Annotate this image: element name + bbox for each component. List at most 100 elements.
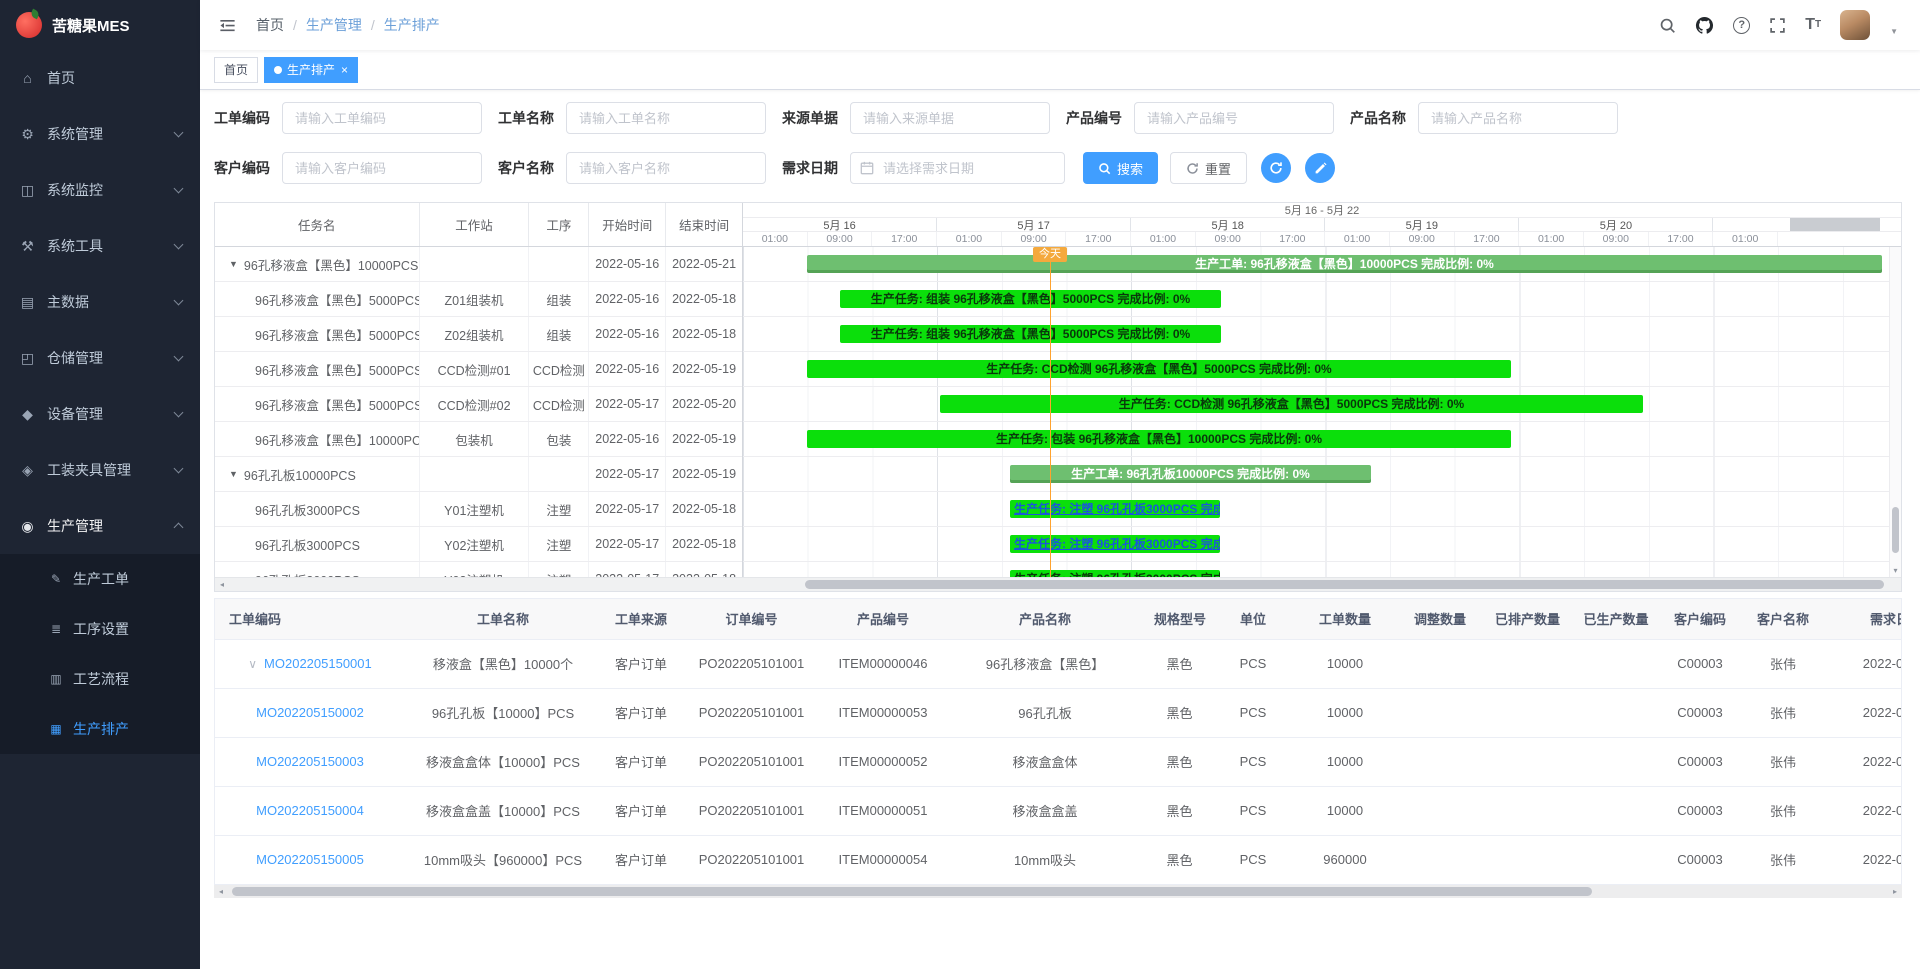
work-order-code-input[interactable] [282, 102, 482, 134]
sidebar-item-process-flow[interactable]: ▥ 工艺流程 [0, 654, 200, 704]
breadcrumb-scheduling[interactable]: 生产排产 [384, 15, 440, 35]
gantt-bar[interactable]: 生产任务: CCD检测 96孔移液盒【黑色】5000PCS 完成比例: 0% [807, 360, 1511, 378]
timeline-day-cell: 5月 16 [743, 218, 937, 231]
gantt-bar[interactable]: 生产任务: 组装 96孔移液盒【黑色】5000PCS 完成比例: 0% [840, 325, 1221, 343]
sidebar-item-system-monitor[interactable]: ◫ 系统监控 [0, 162, 200, 218]
produced-qty [1572, 737, 1660, 786]
order-code-link[interactable]: MO202205150005 [256, 852, 364, 867]
gantt-task-row[interactable]: 96孔移液盒【黑色】5000PCS CCD检测#02 CCD检测 2022-05… [215, 387, 742, 422]
refresh-button[interactable] [1261, 153, 1291, 183]
gantt-bar[interactable]: 生产任务: 注塑 96孔孔板3000PCS 完成比例: 0% [1010, 500, 1220, 518]
scroll-left-arrow-icon[interactable]: ◂ [215, 578, 229, 591]
font-size-icon[interactable]: TT [1805, 17, 1821, 33]
master-data-icon: ▤ [18, 294, 37, 311]
breadcrumb-production[interactable]: 生产管理 [306, 15, 362, 35]
sidebar-item-scheduling[interactable]: ▦ 生产排产 [0, 704, 200, 754]
gantt-task-row[interactable]: 96孔孔板3000PCS Y01注塑机 注塑 2022-05-17 2022-0… [215, 492, 742, 527]
order-code-link[interactable]: MO202205150003 [256, 754, 364, 769]
scheduling-icon: ▦ [48, 722, 64, 736]
gantt-task-row[interactable]: 96孔移液盒【黑色】5000PCS CCD检测#01 CCD检测 2022-05… [215, 352, 742, 387]
order-row[interactable]: MO202205150005 10mm吸头【960000】PCS 客户订单 PO… [215, 835, 1902, 884]
fullscreen-icon[interactable] [1769, 17, 1786, 34]
sidebar-item-system-management[interactable]: ⚙ 系统管理 [0, 106, 200, 162]
product-code-input[interactable] [1134, 102, 1334, 134]
order-code-cell: MO202205150004 [215, 786, 405, 835]
gantt-task-row[interactable]: 96孔孔板3000PCS Y02注塑机 注塑 2022-05-17 2022-0… [215, 527, 742, 562]
order-row[interactable]: ∨MO202205150001 移液盒【黑色】10000个 客户订单 PO202… [215, 639, 1902, 688]
scrollbar-thumb[interactable] [1892, 507, 1899, 553]
row-expand-caret-icon[interactable]: ∨ [248, 657, 257, 671]
gantt-task-row[interactable]: 96孔移液盒【黑色】5000PCS Z02组装机 组装 2022-05-16 2… [215, 317, 742, 352]
gantt-bar[interactable]: 生产工单: 96孔孔板10000PCS 完成比例: 0% [1010, 465, 1371, 483]
sidebar-item-equipment[interactable]: ◆ 设备管理 [0, 386, 200, 442]
order-code-link[interactable]: MO202205150001 [264, 656, 372, 671]
row-expand-caret-icon[interactable]: ▼ [229, 259, 238, 269]
sidebar-item-process-settings[interactable]: ≣ 工序设置 [0, 604, 200, 654]
user-avatar[interactable] [1840, 10, 1870, 40]
product-code: ITEM00000054 [822, 835, 944, 884]
customer-name-input[interactable] [566, 152, 766, 184]
customer-code-input[interactable] [282, 152, 482, 184]
timeline-day-cell: 5月 19 [1325, 218, 1519, 231]
gantt-chart-row: 生产任务: 注塑 96孔孔板3000PCS 完成比例: 0% [743, 492, 1901, 527]
sidebar-item-production[interactable]: ◉ 生产管理 [0, 498, 200, 554]
task-name: 96孔孔板10000PCS [244, 465, 356, 484]
help-icon[interactable]: ? [1733, 17, 1750, 34]
source-doc-input[interactable] [850, 102, 1050, 134]
order-row[interactable]: MO202205150003 移液盒盒体【10000】PCS 客户订单 PO20… [215, 737, 1902, 786]
reset-button[interactable]: 重置 [1170, 152, 1247, 184]
search-icon[interactable] [1659, 17, 1676, 34]
sidebar-item-warehouse[interactable]: ◰ 仓储管理 [0, 330, 200, 386]
gantt-task-row[interactable]: ▼96孔孔板10000PCS 2022-05-17 2022-05-19 [215, 457, 742, 492]
gantt-bar[interactable]: 生产任务: 包装 96孔移液盒【黑色】10000PCS 完成比例: 0% [807, 430, 1511, 448]
tab-close-icon[interactable]: × [341, 64, 348, 76]
filter-row-1: 工单编码 工单名称 来源单据 产品编号 产品名称 [214, 102, 1906, 134]
sidebar-item-master-data[interactable]: ▤ 主数据 [0, 274, 200, 330]
start-time: 2022-05-16 [589, 247, 666, 281]
row-expand-caret-icon[interactable]: ▼ [229, 469, 238, 479]
product-name-input[interactable] [1418, 102, 1618, 134]
order-row[interactable]: MO202205150004 移液盒盒盖【10000】PCS 客户订单 PO20… [215, 786, 1902, 835]
scroll-left-arrow-icon[interactable]: ◂ [214, 885, 228, 898]
order-row[interactable]: MO202205150002 96孔孔板【10000】PCS 客户订单 PO20… [215, 688, 1902, 737]
scheduled-qty [1483, 835, 1572, 884]
app-logo[interactable]: 苦糖果MES [0, 0, 200, 50]
workstation [420, 247, 530, 281]
gantt-vertical-scrollbar[interactable]: ▾ [1889, 247, 1901, 577]
gantt-bar[interactable]: 生产工单: 96孔移液盒【黑色】10000PCS 完成比例: 0% [807, 255, 1882, 273]
order-code-link[interactable]: MO202205150002 [256, 705, 364, 720]
edit-button[interactable] [1305, 153, 1335, 183]
sidebar-item-work-order[interactable]: ✎ 生产工单 [0, 554, 200, 604]
gantt-task-row[interactable]: 96孔移液盒【黑色】5000PCS Z01组装机 组装 2022-05-16 2… [215, 282, 742, 317]
gantt-task-row[interactable]: 96孔移液盒【黑色】10000PCS 包装机 包装 2022-05-16 202… [215, 422, 742, 457]
tab-scheduling[interactable]: 生产排产 × [264, 57, 358, 83]
gantt-task-row[interactable]: ▼96孔移液盒【黑色】10000PCS 2022-05-16 2022-05-2… [215, 247, 742, 282]
orders-horizontal-scrollbar[interactable]: ◂ ▸ [214, 885, 1902, 898]
sidebar-toggle-icon[interactable] [216, 14, 238, 36]
github-icon[interactable] [1695, 16, 1714, 35]
search-button[interactable]: 搜索 [1083, 152, 1158, 184]
scrollbar-thumb[interactable] [232, 887, 1592, 896]
breadcrumb-home[interactable]: 首页 [256, 15, 284, 35]
gantt-bar[interactable]: 生产任务: CCD检测 96孔移液盒【黑色】5000PCS 完成比例: 0% [940, 395, 1643, 413]
user-menu-caret-icon[interactable]: ▼ [1890, 27, 1898, 36]
work-order-icon: ✎ [48, 572, 64, 586]
calendar-icon [860, 161, 874, 178]
gantt-task-row[interactable]: 96孔孔板3000PCS Y03注塑机 注塑 2022-05-17 2022-0… [215, 562, 742, 577]
gantt-bar[interactable]: 生产任务: 注塑 96孔孔板3000PCS 完成比例: 0% [1010, 535, 1220, 553]
sidebar-item-home[interactable]: ⌂ 首页 [0, 50, 200, 106]
sidebar-item-system-tools[interactable]: ⚒ 系统工具 [0, 218, 200, 274]
gantt-horizontal-scrollbar[interactable]: ◂ [215, 577, 1901, 591]
gantt-bar[interactable]: 生产任务: 注塑 96孔孔板3000PCS 完成比例: 0% [1010, 570, 1220, 577]
scroll-down-arrow-icon[interactable]: ▾ [1890, 566, 1901, 575]
scroll-right-arrow-icon[interactable]: ▸ [1888, 885, 1902, 898]
order-name: 移液盒盒盖【10000】PCS [405, 786, 601, 835]
gantt-bar[interactable]: 生产任务: 组装 96孔移液盒【黑色】5000PCS 完成比例: 0% [840, 290, 1221, 308]
gantt-chart-row: 生产任务: CCD检测 96孔移液盒【黑色】5000PCS 完成比例: 0% [743, 352, 1901, 387]
demand-date-input[interactable] [850, 152, 1065, 184]
scrollbar-thumb[interactable] [805, 580, 1884, 589]
order-code-link[interactable]: MO202205150004 [256, 803, 364, 818]
tab-home[interactable]: 首页 [214, 57, 258, 83]
sidebar-item-fixture[interactable]: ◈ 工装夹具管理 [0, 442, 200, 498]
work-order-name-input[interactable] [566, 102, 766, 134]
